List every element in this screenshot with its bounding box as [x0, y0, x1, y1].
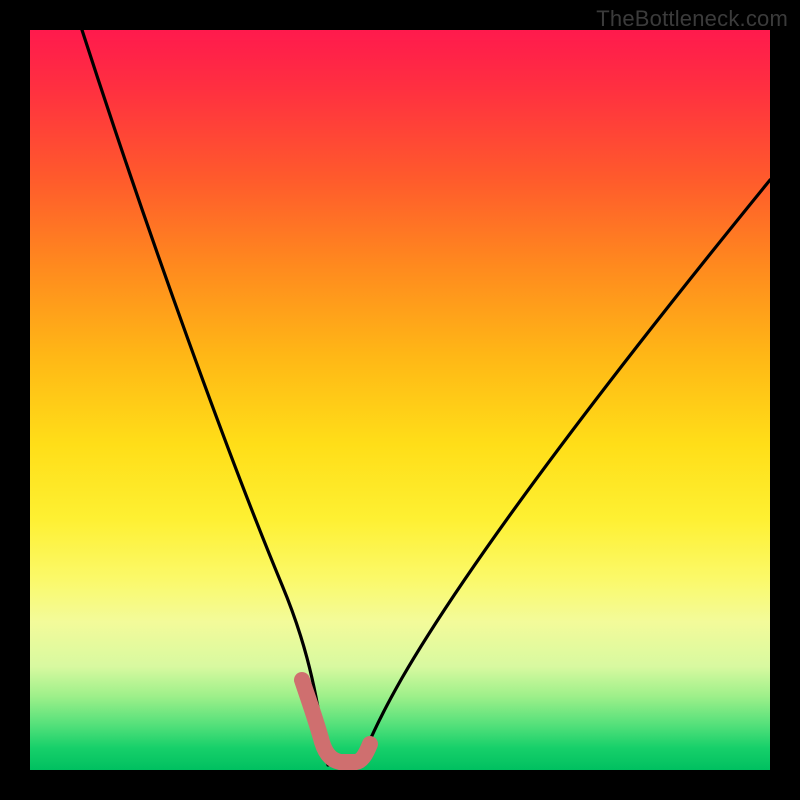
plot-area: [30, 30, 770, 770]
watermark-text: TheBottleneck.com: [596, 6, 788, 32]
curve-left: [82, 30, 328, 765]
floor-marker: [302, 680, 370, 762]
curves-layer: [30, 30, 770, 770]
curve-right: [360, 180, 770, 765]
chart-frame: TheBottleneck.com: [0, 0, 800, 800]
